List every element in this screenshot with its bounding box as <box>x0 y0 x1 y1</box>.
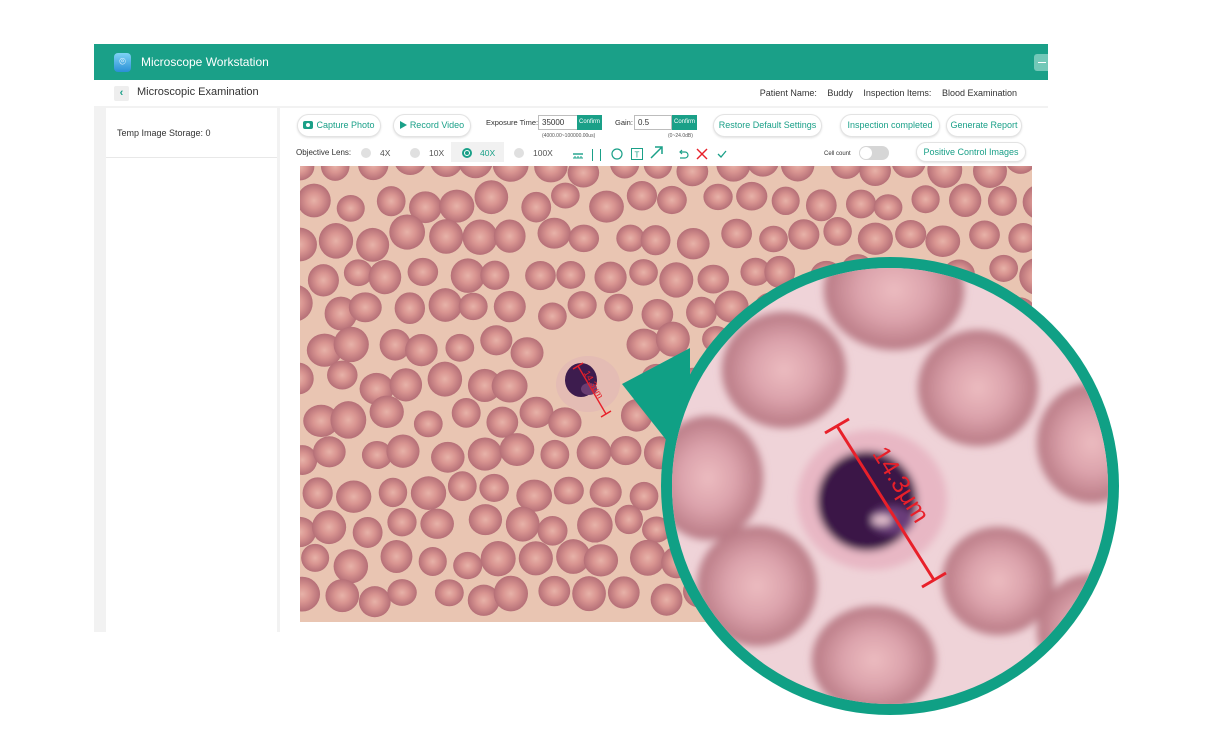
magnified-image: 14.3μm <box>672 268 1108 704</box>
magnified-view: 14.3μm <box>661 257 1119 715</box>
